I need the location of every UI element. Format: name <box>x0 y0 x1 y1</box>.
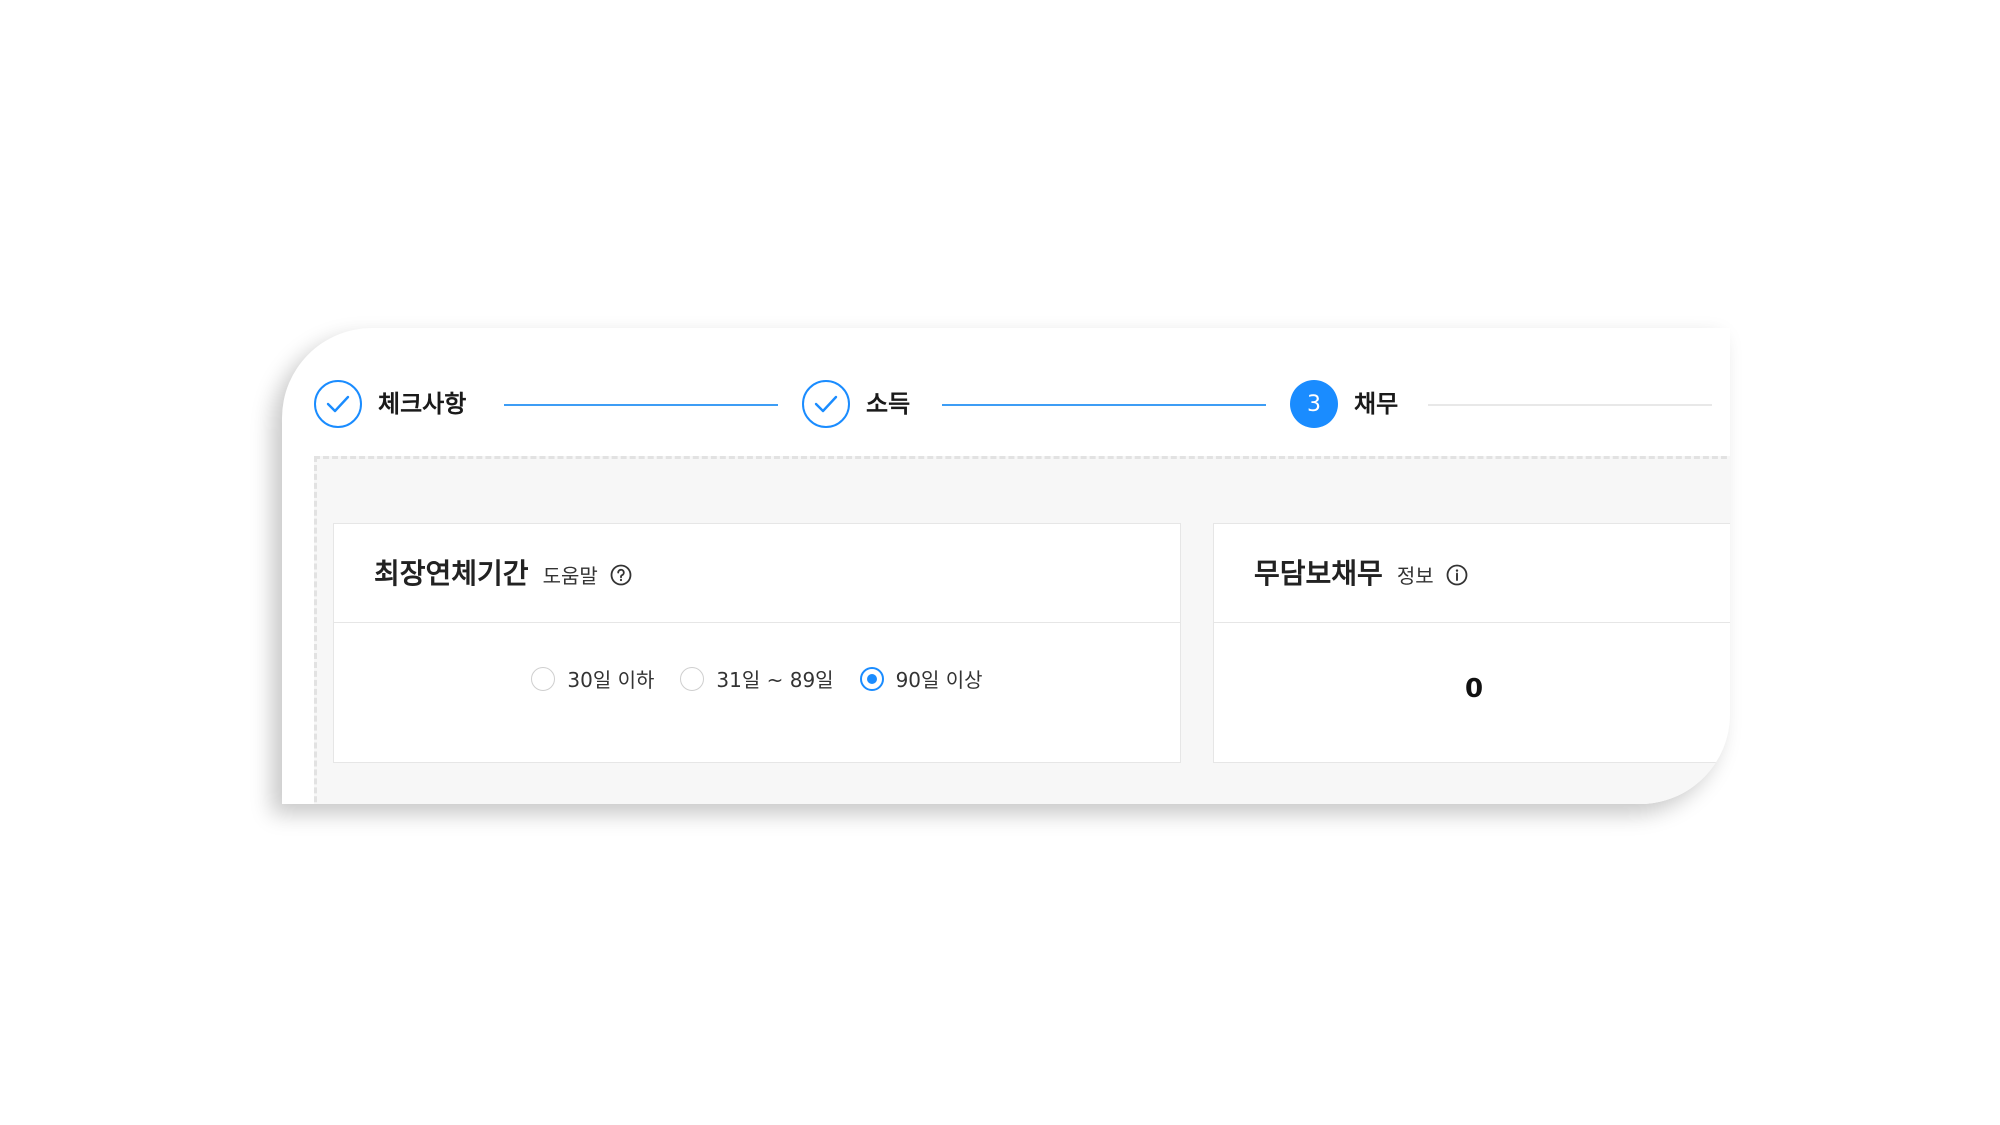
radio-button[interactable] <box>680 666 705 691</box>
step-2-label[interactable]: 소득 <box>866 380 910 428</box>
unsecured-debt-title: 무담보채무 정보 <box>1254 552 1468 592</box>
radio-button-selected[interactable] <box>859 666 884 691</box>
overdue-period-card: 최장연체기간 도움말 30일 이하 31일 ~ 89일 90일 이상 <box>333 523 1181 763</box>
stage: 체크사항 소득 3 채무 최장연체기간 도움말 30일 이하 31일 ~ 89일… <box>0 0 2000 1125</box>
radio-button[interactable] <box>531 666 556 691</box>
overdue-period-options: 30일 이하 31일 ~ 89일 90일 이상 <box>334 664 1180 693</box>
step-3-number: 3 <box>1307 391 1321 417</box>
step-connector-2 <box>942 404 1266 406</box>
card-title-text: 무담보채무 <box>1254 557 1383 590</box>
overdue-period-title: 최장연체기간 도움말 <box>374 552 632 592</box>
option-label: 90일 이상 <box>895 668 983 692</box>
step-connector-1 <box>504 404 778 406</box>
option-30-days[interactable]: 30일 이하 <box>531 664 654 693</box>
step-connector-3 <box>1428 404 1712 406</box>
option-31-89-days[interactable]: 31일 ~ 89일 <box>680 664 834 693</box>
card-header: 무담보채무 정보 <box>1214 524 1730 623</box>
option-label: 31일 ~ 89일 <box>716 668 834 692</box>
card-title-text: 최장연체기간 <box>374 557 529 590</box>
step-2-indicator <box>802 380 850 428</box>
step-3-indicator: 3 <box>1290 380 1338 428</box>
option-90-days[interactable]: 90일 이상 <box>859 664 983 693</box>
unsecured-debt-value: 0 <box>1464 674 1484 704</box>
check-icon <box>814 395 838 413</box>
debt-form-area: 최장연체기간 도움말 30일 이하 31일 ~ 89일 90일 이상 무담보채무… <box>314 456 1730 804</box>
debt-panel: 체크사항 소득 3 채무 최장연체기간 도움말 30일 이하 31일 ~ 89일… <box>282 328 1730 804</box>
option-label: 30일 이하 <box>567 668 655 692</box>
card-header: 최장연체기간 도움말 <box>334 524 1180 623</box>
step-1-label[interactable]: 체크사항 <box>378 380 466 428</box>
help-link[interactable]: 도움말 <box>543 560 598 589</box>
question-circle-icon[interactable] <box>610 564 632 586</box>
step-1-indicator <box>314 380 362 428</box>
unsecured-debt-card: 무담보채무 정보 0 <box>1213 523 1730 763</box>
check-icon <box>326 395 350 413</box>
step-3-label[interactable]: 채무 <box>1354 380 1398 428</box>
info-link[interactable]: 정보 <box>1397 560 1434 589</box>
info-circle-icon[interactable] <box>1446 564 1468 586</box>
